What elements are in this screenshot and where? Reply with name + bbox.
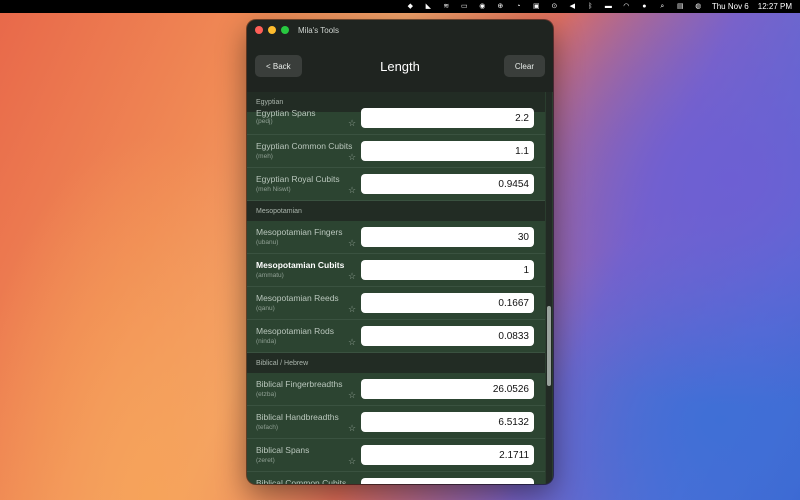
unit-name: Egyptian Royal Cubits xyxy=(256,174,340,184)
unit-value-input[interactable]: 1.1 xyxy=(361,141,534,161)
menubar-date[interactable]: Thu Nov 6 xyxy=(712,2,749,11)
favorite-star-icon[interactable]: ☆ xyxy=(348,424,356,433)
unit-native-name: (ammatu) xyxy=(256,272,284,279)
unit-value-input[interactable]: 2.1711 xyxy=(361,445,534,465)
favorite-star-icon[interactable]: ☆ xyxy=(348,119,356,128)
unit-name: Mesopotamian Rods xyxy=(256,326,334,336)
unit-row: Biblical Common Cubits(amah)☆1.1124 xyxy=(247,472,545,484)
unit-name: Mesopotamian Fingers xyxy=(256,227,343,237)
search-icon[interactable]: ⌕ xyxy=(658,3,667,11)
unit-native-name: (meh) xyxy=(256,153,273,160)
unit-value-input[interactable]: 6.5132 xyxy=(361,412,534,432)
user-icon[interactable]: ● xyxy=(640,3,649,11)
favorite-star-icon[interactable]: ☆ xyxy=(348,391,356,400)
app-icon-3[interactable]: ◉ xyxy=(478,3,487,11)
unit-row: Biblical Handbreadths (tefach) ☆ 6.5132 xyxy=(247,406,545,439)
unit-row: Mesopotamian Fingers (ubanu) ☆ 30 xyxy=(247,221,545,254)
dropbox-icon[interactable]: ◆ xyxy=(406,3,415,11)
unit-row: Mesopotamian Reeds (qanu) ☆ 0.1667 xyxy=(247,287,545,320)
clear-button[interactable]: Clear xyxy=(503,55,545,77)
menubar-time[interactable]: 12:27 PM xyxy=(758,2,792,11)
wifi-icon[interactable]: ◠ xyxy=(622,3,631,11)
unit-name: Biblical Spans xyxy=(256,445,310,455)
unit-value-input[interactable]: 2.2 xyxy=(361,108,534,128)
window-title: Mila's Tools xyxy=(298,25,339,35)
volume-icon[interactable]: ◀ xyxy=(568,3,577,11)
unit-value-input[interactable]: 1.1124 xyxy=(361,478,534,484)
unit-value-input[interactable]: 0.9454 xyxy=(361,174,534,194)
unit-native-name: (tefach) xyxy=(256,424,279,431)
timer-icon[interactable]: ◔ xyxy=(514,3,523,11)
zoom-window-button[interactable] xyxy=(281,26,289,34)
section-header: Biblical / Hebrew xyxy=(247,353,545,373)
close-window-button[interactable] xyxy=(255,26,263,34)
unit-value-input[interactable]: 0.0833 xyxy=(361,326,534,346)
favorite-star-icon[interactable]: ☆ xyxy=(348,305,356,314)
unit-row: Biblical Fingerbreadths (etzba) ☆ 26.0526 xyxy=(247,373,545,406)
scrollbar[interactable] xyxy=(546,92,552,484)
unit-native-name: (qanu) xyxy=(256,305,275,312)
app-window: Mila's Tools < Back Length Clear Egyptia… xyxy=(247,20,553,484)
favorite-star-icon[interactable]: ☆ xyxy=(348,338,356,347)
unit-value-input[interactable]: 0.1667 xyxy=(361,293,534,313)
unit-row: Egyptian Royal Cubits (meh Niswt) ☆ 0.9454 xyxy=(247,168,545,201)
favorite-star-icon[interactable]: ☆ xyxy=(348,457,356,466)
unit-native-name: (etzba) xyxy=(256,391,277,398)
unit-row: Biblical Spans (zeret) ☆ 2.1711 xyxy=(247,439,545,472)
bluetooth-icon[interactable]: ᛒ xyxy=(586,3,595,11)
unit-native-name: (meh Niswt) xyxy=(256,186,291,193)
back-button[interactable]: < Back xyxy=(255,55,302,77)
unit-name: Biblical Handbreadths xyxy=(256,412,339,422)
siri-icon[interactable]: ◍ xyxy=(694,3,703,11)
favorite-star-icon[interactable]: ☆ xyxy=(348,153,356,162)
app-icon-4[interactable]: ▣ xyxy=(532,3,541,11)
unit-list: Egyptian Egyptian Spans (pedj) ☆ 2.2 Egyptian… xyxy=(247,92,545,484)
scrollbar-thumb[interactable] xyxy=(547,306,551,386)
unit-row: Egyptian Spans (pedj) ☆ 2.2 xyxy=(247,108,545,135)
globe-icon[interactable]: ⊕ xyxy=(496,3,505,11)
app-icon-2[interactable]: ≋ xyxy=(442,3,451,11)
unit-value-input[interactable]: 30 xyxy=(361,227,534,247)
unit-row: Mesopotamian Cubits (ammatu) ☆ 1 xyxy=(247,254,545,287)
unit-name: Biblical Fingerbreadths xyxy=(256,379,343,389)
unit-name: Mesopotamian Reeds xyxy=(256,293,339,303)
unit-name: Biblical Common Cubits xyxy=(256,478,347,484)
title-bar[interactable]: Mila's Tools xyxy=(247,20,553,40)
unit-row: Egyptian Common Cubits (meh) ☆ 1.1 xyxy=(247,135,545,168)
unit-name: Mesopotamian Cubits xyxy=(256,260,345,270)
record-icon[interactable]: ⊙ xyxy=(550,3,559,11)
favorite-star-icon[interactable]: ☆ xyxy=(348,186,356,195)
unit-native-name: (pedj) xyxy=(256,118,273,125)
unit-native-name: (zeret) xyxy=(256,457,275,464)
unit-value-input[interactable]: 1 xyxy=(361,260,534,280)
nav-bar: < Back Length Clear xyxy=(247,40,553,92)
display-icon[interactable]: ▭ xyxy=(460,3,469,11)
minimize-window-button[interactable] xyxy=(268,26,276,34)
unit-native-name: (ubanu) xyxy=(256,239,279,246)
menu-bar: ◆ ◣ ≋ ▭ ◉ ⊕ ◔ ▣ ⊙ ◀ ᛒ ▬ ◠ ● ⌕ ▤ ◍ Thu No… xyxy=(0,0,800,13)
unit-native-name: (ninda) xyxy=(256,338,277,345)
unit-name: Egyptian Spans xyxy=(256,108,316,118)
unit-value-input[interactable]: 26.0526 xyxy=(361,379,534,399)
section-header: Mesopotamian xyxy=(247,201,545,221)
app-icon[interactable]: ◣ xyxy=(424,3,433,11)
unit-row: Mesopotamian Rods (ninda) ☆ 0.0833 xyxy=(247,320,545,353)
battery-icon[interactable]: ▬ xyxy=(604,3,613,11)
control-center-icon[interactable]: ▤ xyxy=(676,3,685,11)
favorite-star-icon[interactable]: ☆ xyxy=(348,272,356,281)
favorite-star-icon[interactable]: ☆ xyxy=(348,239,356,248)
unit-name: Egyptian Common Cubits xyxy=(256,141,353,151)
